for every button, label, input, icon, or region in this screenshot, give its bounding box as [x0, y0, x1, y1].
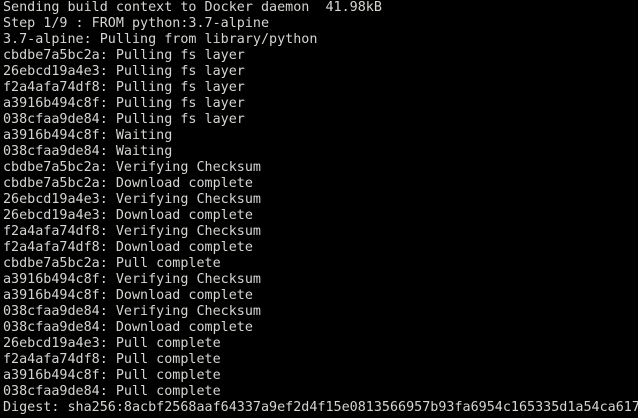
terminal-line: 038cfaa9de84: Pulling fs layer: [3, 112, 245, 127]
terminal-line: f2a4afa74df8: Pulling fs layer: [3, 80, 245, 95]
terminal-line: a3916b494c8f: Pulling fs layer: [3, 96, 245, 111]
terminal-line-step: Step 1/9 : FROM python:3.7-alpine: [3, 16, 270, 31]
terminal-line-pulling-from: 3.7-alpine: Pulling from library/python: [3, 32, 318, 47]
terminal-line: a3916b494c8f: Download complete: [3, 288, 253, 303]
terminal-line: 26ebcd19a4e3: Verifying Checksum: [3, 192, 261, 207]
terminal-line: cbdbe7a5bc2a: Download complete: [3, 176, 253, 191]
terminal-line: cbdbe7a5bc2a: Pulling fs layer: [3, 48, 245, 63]
terminal-line: cbdbe7a5bc2a: Verifying Checksum: [3, 160, 261, 175]
terminal-line: 26ebcd19a4e3: Pull complete: [3, 336, 221, 351]
terminal-line: a3916b494c8f: Verifying Checksum: [3, 272, 261, 287]
terminal-line: 038cfaa9de84: Verifying Checksum: [3, 304, 261, 319]
terminal-line: f2a4afa74df8: Download complete: [3, 240, 253, 255]
terminal-line: f2a4afa74df8: Pull complete: [3, 352, 221, 367]
terminal-line: 038cfaa9de84: Pull complete: [3, 384, 221, 399]
terminal-line: 038cfaa9de84: Download complete: [3, 320, 253, 335]
terminal-output[interactable]: Sending build context to Docker daemon 4…: [0, 0, 638, 418]
terminal-line-digest: Digest: sha256:8acbf2568aaf64337a9ef2d4f…: [3, 400, 638, 415]
terminal-line: f2a4afa74df8: Verifying Checksum: [3, 224, 261, 239]
terminal-line: a3916b494c8f: Pull complete: [3, 368, 221, 383]
terminal-line: cbdbe7a5bc2a: Pull complete: [3, 256, 221, 271]
terminal-line: a3916b494c8f: Waiting: [3, 128, 173, 143]
terminal-line: 26ebcd19a4e3: Pulling fs layer: [3, 64, 245, 79]
terminal-line-build-context: Sending build context to Docker daemon 4…: [3, 0, 382, 15]
terminal-line: 038cfaa9de84: Waiting: [3, 144, 173, 159]
terminal-line: 26ebcd19a4e3: Download complete: [3, 208, 253, 223]
